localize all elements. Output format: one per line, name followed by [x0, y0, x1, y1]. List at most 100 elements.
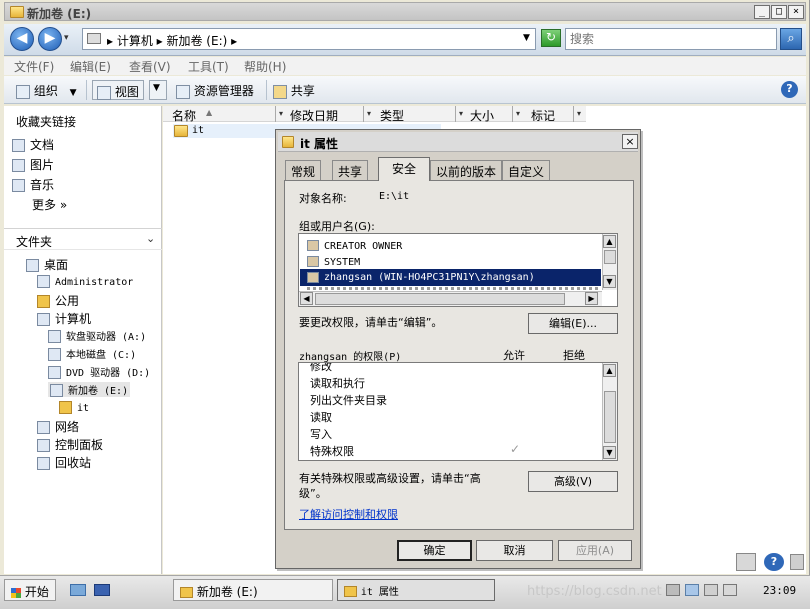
edit-button[interactable]: 编辑(E)... — [528, 313, 618, 334]
favorite-pictures[interactable]: 图片 — [12, 156, 54, 173]
tree-item-label: 软盘驱动器 (A:) — [66, 332, 147, 343]
refresh-button[interactable]: ↻ — [541, 29, 561, 47]
back-button[interactable]: ◀ — [10, 27, 34, 51]
maximize-button[interactable]: □ — [771, 5, 787, 19]
tree-item[interactable]: DVD 驱动器 (D:) — [48, 364, 150, 379]
tab-customize[interactable]: 自定义 — [502, 160, 551, 180]
quicklaunch-desktop-icon[interactable] — [94, 584, 110, 596]
tab-security[interactable]: 安全 — [378, 157, 430, 181]
favorites-more[interactable]: 更多 » — [32, 196, 67, 213]
tree-item[interactable]: 桌面 — [26, 256, 68, 273]
task-properties[interactable]: it 属性 — [337, 579, 495, 601]
scroll-thumb[interactable] — [604, 250, 616, 264]
help-icon[interactable]: ? — [764, 553, 784, 571]
folder-icon — [282, 136, 294, 148]
permissions-listbox[interactable]: 修改 读取和执行 列出文件夹目录 读取 写入 特殊权限 ✓ ▲ ▼ — [298, 362, 618, 461]
scroll-down-icon[interactable]: ▼ — [603, 446, 616, 459]
quicklaunch-explorer-icon[interactable] — [70, 584, 86, 596]
access-control-link[interactable]: 了解访问控制和权限 — [299, 506, 398, 522]
tray-icon[interactable] — [790, 554, 804, 570]
tab-sharing[interactable]: 共享 — [332, 160, 369, 180]
scroll-thumb[interactable] — [315, 293, 565, 305]
scroll-up-icon[interactable]: ▲ — [603, 235, 616, 248]
close-button[interactable]: × — [622, 134, 638, 149]
help-icon[interactable]: ? — [781, 81, 798, 98]
menu-help[interactable]: 帮助(H) — [244, 58, 286, 75]
apply-button[interactable]: 应用(A) — [558, 540, 632, 561]
tree-item[interactable]: it — [59, 400, 89, 414]
minimize-button[interactable]: _ — [754, 5, 770, 19]
column-type[interactable]: 类型 — [380, 107, 404, 124]
list-item[interactable]: SYSTEM — [307, 254, 360, 268]
column-name[interactable]: 名称 — [172, 107, 196, 124]
tree-item-label: 回收站 — [55, 456, 92, 470]
tree-item[interactable]: 公用 — [37, 292, 79, 309]
dialog-titlebar[interactable]: it 属性 × — [278, 132, 638, 152]
tree-item[interactable]: 控制面板 — [37, 436, 103, 453]
list-item-selected[interactable]: zhangsan (WIN-HO4PC31PN1Y\zhangsan) — [300, 269, 601, 286]
column-dropdown-icon[interactable]: ▾ — [455, 106, 466, 122]
menu-file[interactable]: 文件(F) — [14, 58, 54, 75]
history-dropdown-icon[interactable]: ▾ — [64, 33, 69, 43]
scroll-up-icon[interactable]: ▲ — [603, 364, 616, 377]
view-dropdown-icon[interactable]: ▼ — [149, 80, 167, 100]
scroll-down-icon[interactable]: ▼ — [603, 275, 616, 288]
properties-dialog: it 属性 × 常规 共享 安全 以前的版本 自定义 对象名称: E:\it 组… — [275, 129, 641, 569]
column-tags[interactable]: 标记 — [531, 107, 555, 124]
horizontal-scrollbar[interactable]: ◀ ▶ — [299, 291, 602, 306]
search-icon[interactable]: ⌕ — [780, 28, 802, 50]
tree-item[interactable]: 新加卷 (E:) — [48, 382, 131, 397]
column-dropdown-icon[interactable]: ▾ — [363, 106, 374, 122]
view-button[interactable]: 视图 — [92, 80, 144, 100]
window-titlebar[interactable]: 新加卷 (E:) _ □ × — [4, 2, 806, 21]
vertical-scrollbar[interactable]: ▲ ▼ — [602, 234, 617, 290]
menu-view[interactable]: 查看(V) — [129, 58, 171, 75]
groups-listbox[interactable]: CREATOR OWNER SYSTEM zhangsan (WIN-HO4PC… — [298, 233, 618, 307]
tray-icon[interactable] — [723, 584, 737, 596]
background-window-edge — [806, 240, 810, 310]
explorer-button[interactable]: 资源管理器 — [176, 82, 254, 99]
share-button[interactable]: 共享 — [273, 82, 315, 99]
tray-icon[interactable] — [666, 584, 680, 596]
tree-item[interactable]: 网络 — [37, 418, 79, 435]
clipped-list-item — [307, 287, 599, 290]
keyboard-icon[interactable] — [736, 553, 756, 571]
favorite-music[interactable]: 音乐 — [12, 176, 54, 193]
organize-button[interactable]: 组织 ▼ — [16, 82, 77, 99]
address-dropdown-icon[interactable]: ▼ — [523, 33, 530, 43]
tree-item[interactable]: Administrator — [37, 274, 133, 288]
vertical-scrollbar[interactable]: ▲ ▼ — [602, 363, 617, 460]
chevron-down-icon[interactable]: ⌄ — [146, 232, 155, 245]
forward-button[interactable]: ▶ — [38, 27, 62, 51]
tree-item[interactable]: 本地磁盘 (C:) — [48, 346, 136, 361]
advanced-button[interactable]: 高级(V) — [528, 471, 618, 492]
favorite-documents[interactable]: 文档 — [12, 136, 54, 153]
tree-item[interactable]: 软盘驱动器 (A:) — [48, 328, 146, 343]
menu-edit[interactable]: 编辑(E) — [70, 58, 111, 75]
column-size[interactable]: 大小 — [470, 107, 494, 124]
column-date[interactable]: 修改日期 — [290, 107, 338, 124]
clock[interactable]: 23:09 — [763, 584, 796, 597]
close-button[interactable]: × — [788, 5, 804, 19]
column-dropdown-icon[interactable]: ▾ — [275, 106, 286, 122]
scroll-right-icon[interactable]: ▶ — [585, 292, 598, 305]
ok-button[interactable]: 确定 — [397, 540, 472, 561]
tab-previous-versions[interactable]: 以前的版本 — [430, 160, 503, 180]
volume-icon[interactable] — [704, 584, 718, 596]
start-button[interactable]: 开始 — [4, 579, 56, 601]
tree-item[interactable]: 计算机 — [37, 310, 91, 327]
task-explorer[interactable]: 新加卷 (E:) — [173, 579, 333, 601]
network-icon[interactable] — [685, 584, 699, 596]
menu-tools[interactable]: 工具(T) — [188, 58, 229, 75]
cancel-button[interactable]: 取消 — [476, 540, 553, 561]
column-dropdown-icon[interactable]: ▾ — [512, 106, 523, 122]
scroll-left-icon[interactable]: ◀ — [300, 292, 313, 305]
list-item[interactable]: CREATOR OWNER — [307, 238, 402, 252]
column-dropdown-icon[interactable]: ▾ — [573, 106, 584, 122]
address-bar[interactable]: ▸ 计算机 ▸ 新加卷 (E:) ▸ ▼ — [82, 28, 536, 50]
scroll-thumb[interactable] — [604, 391, 616, 443]
search-input[interactable] — [565, 28, 777, 50]
tab-general[interactable]: 常规 — [285, 160, 322, 180]
tree-item[interactable]: 回收站 — [37, 454, 91, 471]
folders-header[interactable]: 文件夹 ⌄ — [4, 228, 162, 250]
